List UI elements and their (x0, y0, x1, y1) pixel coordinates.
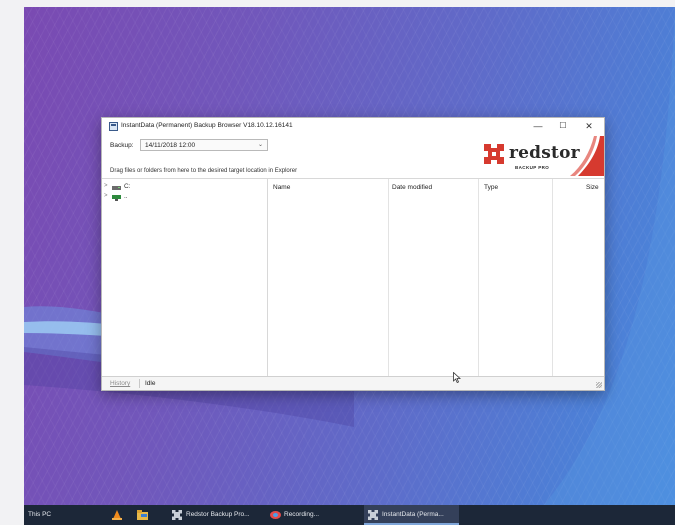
column-divider[interactable] (388, 179, 389, 376)
logo-wordmark: redstor (509, 143, 580, 163)
chevron-down-icon: ⌄ (257, 142, 263, 148)
file-list-panel[interactable]: Name Date modified Type Size (268, 178, 604, 376)
column-header-date-modified[interactable]: Date modified (392, 184, 432, 191)
backup-label: Backup: (110, 142, 134, 149)
redstor-logo: redstor BACKUP PRO (482, 136, 604, 176)
taskbar-item-this-pc[interactable]: This PC (24, 505, 64, 525)
logo-subtitle: BACKUP PRO (515, 165, 550, 170)
redstor-mark-icon (484, 144, 504, 164)
status-text: Idle (145, 380, 156, 387)
taskbar-item-label: Recording... (284, 511, 320, 518)
title-bar[interactable]: InstantData (Permanent) Backup Browser V… (102, 118, 604, 135)
taskbar-item-label: This PC (28, 511, 52, 518)
drag-hint-text: Drag files or folders from here to the d… (110, 168, 298, 174)
minimize-button[interactable]: — (525, 118, 551, 134)
history-link[interactable]: History (110, 380, 130, 387)
backup-date-value: 14/11/2018 12:00 (145, 142, 196, 149)
tree-item-label: .. (124, 193, 128, 200)
column-header-name[interactable]: Name (273, 184, 290, 191)
taskbar-item-recording[interactable]: Recording... (270, 505, 350, 525)
column-header-size[interactable]: Size (586, 184, 599, 191)
taskbar-item-vlc[interactable] (112, 505, 126, 525)
column-divider[interactable] (552, 179, 553, 376)
app-icon (109, 122, 118, 131)
drive-icon (112, 186, 121, 190)
backup-date-select[interactable]: 14/11/2018 12:00 ⌄ (140, 139, 268, 151)
close-button[interactable]: ✕ (576, 118, 602, 134)
recording-icon (270, 511, 281, 519)
maximize-button[interactable]: ☐ (550, 118, 576, 134)
redstor-icon (172, 510, 182, 520)
window-title: InstantData (Permanent) Backup Browser V… (121, 122, 293, 129)
vlc-icon (112, 510, 122, 520)
redstor-icon (368, 510, 378, 520)
network-drive-icon (112, 195, 121, 201)
taskbar-item-instantdata[interactable]: InstantData (Perma... (368, 505, 458, 525)
backup-browser-window[interactable]: InstantData (Permanent) Backup Browser V… (101, 117, 605, 391)
taskbar-item-label: InstantData (Perma... (382, 511, 444, 518)
taskbar: This PC Redstor Backup Pro... Recording.… (24, 505, 675, 525)
chevron-right-icon[interactable]: > (104, 183, 108, 189)
taskbar-item-label: Redstor Backup Pro... (186, 511, 250, 518)
column-divider[interactable] (478, 179, 479, 376)
mouse-cursor-icon (453, 372, 461, 383)
column-header-type[interactable]: Type (484, 184, 498, 191)
chevron-right-icon[interactable]: > (104, 193, 108, 199)
folder-tree-panel[interactable]: > C: > .. (102, 178, 268, 376)
tree-item-label: C: (124, 183, 131, 190)
file-explorer-icon (137, 510, 148, 520)
taskbar-item-redstor-backup-pro[interactable]: Redstor Backup Pro... (172, 505, 272, 525)
taskbar-item-file-explorer[interactable] (137, 505, 151, 525)
status-bar: History Idle (102, 376, 604, 390)
resize-grip[interactable] (596, 382, 602, 388)
status-divider (139, 379, 140, 388)
